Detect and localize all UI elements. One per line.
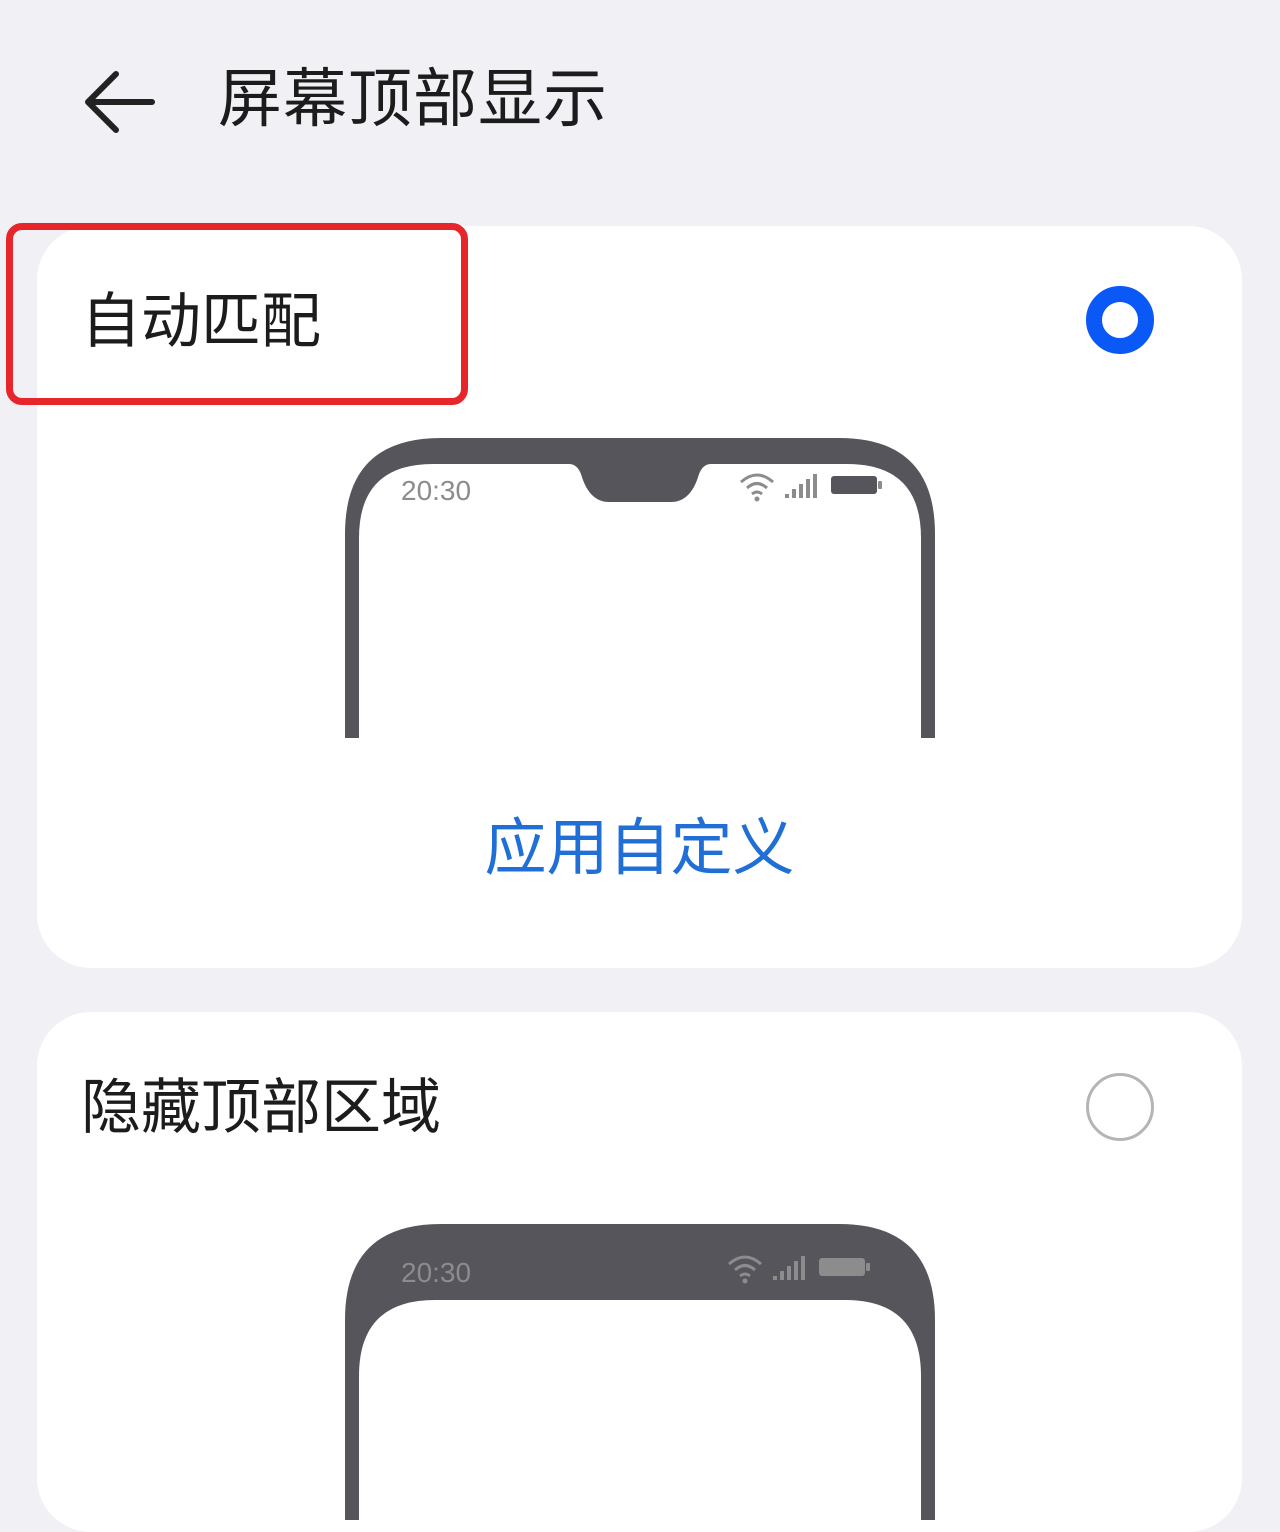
radio-auto-match-selected[interactable]: [1086, 286, 1154, 354]
battery-icon: [831, 476, 882, 494]
notch-phone-illustration: 20:30: [345, 438, 935, 738]
app-customize-link[interactable]: 应用自定义: [37, 806, 1242, 890]
hidden-top-phone-illustration: 20:30: [345, 1224, 935, 1520]
page-title: 屏幕顶部显示: [218, 63, 608, 137]
arrow-left-icon: [85, 71, 155, 133]
signal-icon: [785, 474, 817, 498]
screen-top-display-page: 屏幕顶部显示 自动匹配 20:30 应用自定义 隐藏顶部区域 20:30: [0, 0, 1280, 1532]
status-time: 20:30: [401, 1257, 471, 1288]
back-button[interactable]: [78, 60, 162, 144]
header: 屏幕顶部显示: [0, 0, 1280, 200]
wifi-icon: [740, 473, 774, 502]
option-label-hide-top-area: 隐藏顶部区域: [81, 1073, 441, 1143]
radio-hide-top-area[interactable]: [1086, 1073, 1154, 1141]
status-time: 20:30: [401, 475, 471, 506]
option-card-auto-match[interactable]: 自动匹配 20:30 应用自定义: [37, 226, 1242, 968]
option-label-auto-match: 自动匹配: [81, 287, 321, 357]
option-card-hide-top-area[interactable]: 隐藏顶部区域 20:30: [37, 1012, 1242, 1532]
battery-icon: [819, 1258, 870, 1276]
